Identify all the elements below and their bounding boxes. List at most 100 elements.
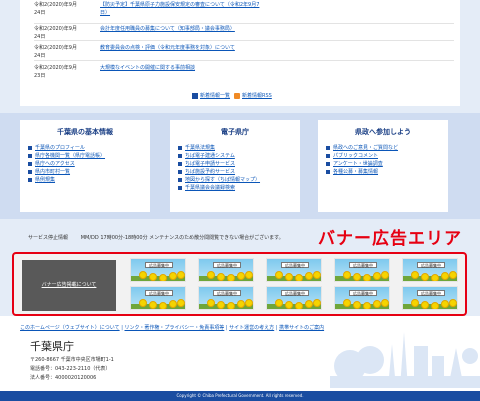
flower-icon <box>431 302 439 309</box>
column-link[interactable]: ちば電子建通システム <box>178 153 235 160</box>
flower-icon <box>449 271 457 279</box>
flower-icon <box>237 300 245 308</box>
flower-icon <box>285 301 293 309</box>
ad-banner[interactable]: 広告募集中 <box>402 286 458 310</box>
column-link[interactable]: ちば施設予約サービス <box>178 169 235 176</box>
maintenance-label: サービス停止情報 <box>28 235 69 241</box>
flower-icon <box>295 302 303 309</box>
footer-link-policy[interactable]: サイト運営の考え方 <box>229 325 274 331</box>
arrow-icon <box>326 153 330 158</box>
flower-icon <box>295 274 303 281</box>
column-link[interactable]: アンケート・世論調査 <box>326 161 383 168</box>
news-date: 令和2(2020)年9月 24日 <box>34 45 77 59</box>
banner-about-link[interactable]: バナー広告掲載について <box>22 260 116 311</box>
ad-banner[interactable]: 広告募集中 <box>334 258 390 282</box>
flower-icon <box>227 302 235 309</box>
flower-icon <box>207 271 215 279</box>
flower-icon <box>373 272 381 280</box>
column-link[interactable]: 千葉県のプロフィール <box>28 145 85 152</box>
arrow-icon <box>326 145 330 150</box>
ad-banner[interactable]: 広告募集中 <box>266 286 322 310</box>
ad-banner[interactable]: 広告募集中 <box>266 258 322 282</box>
arrow-icon <box>28 169 32 174</box>
news-date: 令和2(2020)年9月 24日 <box>34 26 77 40</box>
footer-link-mobile[interactable]: 携帯サイトのご案内 <box>279 325 324 331</box>
flower-icon <box>441 272 449 280</box>
flower-icon <box>227 274 235 281</box>
column-link[interactable]: 県庁各機関一覧（県庁電話帳） <box>28 153 105 160</box>
flower-icon <box>305 272 313 280</box>
ad-banner[interactable]: 広告募集中 <box>402 258 458 282</box>
column-title: 千葉県の基本情報 <box>57 128 113 136</box>
column-link[interactable]: 県政へのご意見・ご質問など <box>326 145 398 152</box>
ad-banner[interactable]: 広告募集中 <box>130 286 186 310</box>
ad-banner[interactable]: 広告募集中 <box>198 258 254 282</box>
ad-banner[interactable]: 広告募集中 <box>198 286 254 310</box>
footer-links: このホームページ（ウェブサイト）について | リンク・著作権・プライバシー・免責… <box>20 325 325 331</box>
column-link[interactable]: 各種公募・募集情報 <box>326 169 378 176</box>
info-columns: 千葉県の基本情報 千葉県のプロフィール 県庁各機関一覧（県庁電話帳） 県庁へのア… <box>0 113 480 219</box>
address: 〒260-8667 千葉市中央区市場町1-1 <box>30 357 114 363</box>
flower-icon <box>275 271 283 279</box>
flower-icon <box>217 301 225 309</box>
banner-area-heading: バナー広告エリア <box>318 229 462 249</box>
flower-icon <box>343 271 351 279</box>
flower-icon <box>421 301 429 309</box>
arrow-icon <box>178 177 182 182</box>
flower-icon <box>207 299 215 307</box>
ad-label: 広告募集中 <box>213 262 241 268</box>
flower-icon <box>159 274 167 281</box>
arrow-icon <box>28 161 32 166</box>
news-link[interactable]: 教育委員会の点検・評価（令和元年度事務を対象）について <box>100 44 290 52</box>
flower-icon <box>245 299 253 307</box>
arrow-icon <box>178 161 182 166</box>
flower-icon <box>285 273 293 281</box>
column-link[interactable]: ちば電子申請サービス <box>178 161 235 168</box>
footer-link-about[interactable]: このホームページ（ウェブサイト）について <box>20 325 120 331</box>
news-link[interactable]: 会計年度任用職員の募集について（知事部局・議会事務局） <box>100 25 290 33</box>
flower-icon <box>411 271 419 279</box>
flower-icon <box>245 271 253 279</box>
column-link[interactable]: 県庁へのアクセス <box>28 161 75 168</box>
flower-icon <box>149 301 157 309</box>
news-row: 令和2(2020)年9月 24日 会計年度任用職員の募集について（知事部局・議会… <box>34 25 454 41</box>
arrow-icon <box>326 169 330 174</box>
flower-icon <box>441 300 449 308</box>
column-link[interactable]: 千葉県法規集 <box>178 145 215 152</box>
banner-area: バナー広告掲載について 広告募集中 広告募集中 広告募集中 広告募集中 広告募集中 広告募… <box>12 252 467 316</box>
flower-icon <box>139 271 147 279</box>
ad-label: 広告募集中 <box>281 290 309 296</box>
news-link[interactable]: 【防災予定】千葉県原子力施設保安規定の審査について（令和2年9月7 日） <box>100 1 290 17</box>
flower-icon <box>421 273 429 281</box>
flower-icon <box>169 272 177 280</box>
footer-link-copyright[interactable]: リンク・著作権・プライバシー・免責事項等 <box>124 325 224 331</box>
column-link[interactable]: 地図から探す（ちば情報マップ） <box>178 177 260 184</box>
column-link[interactable]: 千葉県議会会議録検索 <box>178 185 235 192</box>
arrow-icon <box>178 185 182 190</box>
flower-icon <box>381 271 389 279</box>
arrow-icon <box>28 153 32 158</box>
arrow-icon <box>326 161 330 166</box>
flower-icon <box>431 274 439 281</box>
ad-banner[interactable]: 広告募集中 <box>130 258 186 282</box>
rss-icon <box>234 92 240 99</box>
column-link[interactable]: パブリックコメント <box>326 153 378 160</box>
news-list-link[interactable]: 新着情報一覧 <box>192 92 230 99</box>
column-link[interactable]: 県例規集 <box>28 177 55 184</box>
column-basic-info: 千葉県の基本情報 千葉県のプロフィール 県庁各機関一覧（県庁電話帳） 県庁へのア… <box>20 120 150 212</box>
rss-link[interactable]: 新着情報RSS <box>234 92 272 99</box>
arrow-icon <box>178 145 182 150</box>
flower-icon <box>343 299 351 307</box>
flower-icon <box>305 300 313 308</box>
news-date: 令和2(2020)年9月 23日 <box>34 65 77 79</box>
column-link[interactable]: 県内市町村一覧 <box>28 169 70 176</box>
flower-icon <box>449 299 457 307</box>
city-illustration <box>330 332 480 388</box>
ad-banner[interactable]: 広告募集中 <box>334 286 390 310</box>
news-row: 令和2(2020)年9月 24日 【防災予定】千葉県原子力施設保安規定の審査につ… <box>34 0 454 24</box>
ad-label: 広告募集中 <box>349 262 377 268</box>
arrow-icon <box>178 169 182 174</box>
ad-label: 広告募集中 <box>145 290 173 296</box>
flower-icon <box>353 301 361 309</box>
news-link[interactable]: 大規模なイベントの開催に関する事前相談 <box>100 64 290 72</box>
